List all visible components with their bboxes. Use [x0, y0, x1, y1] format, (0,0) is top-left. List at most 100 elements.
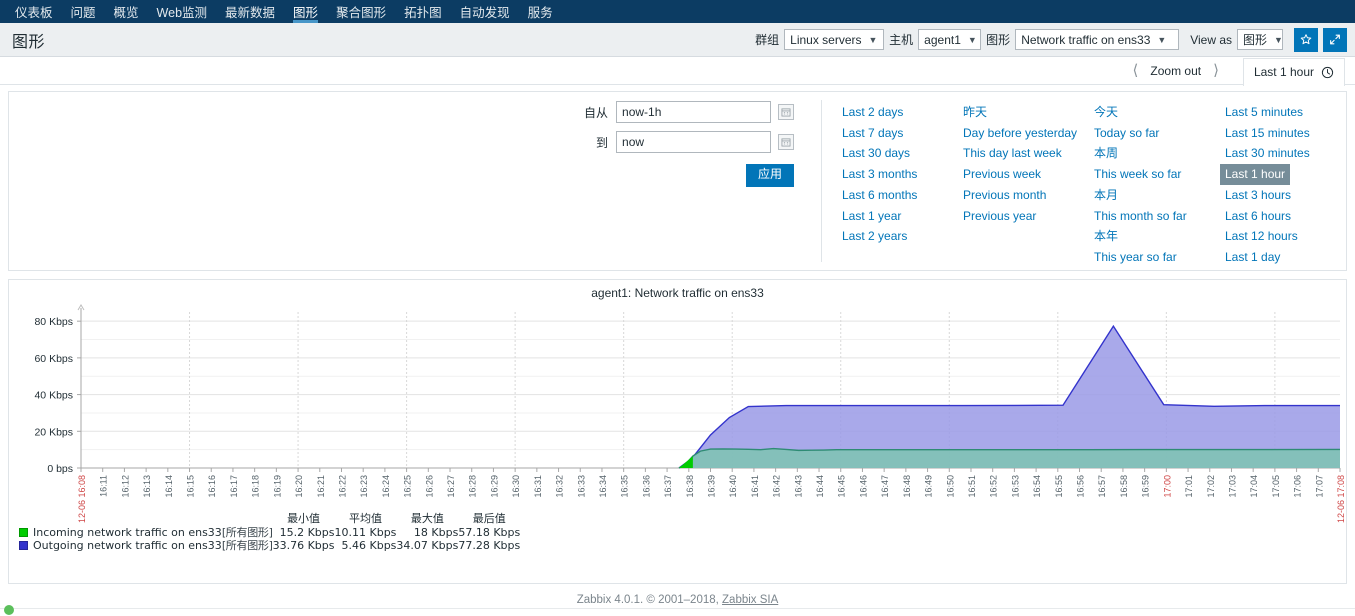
- preset-today[interactable]: 今天: [1094, 102, 1118, 123]
- apply-button[interactable]: 应用: [746, 164, 795, 187]
- preset-last-3-months[interactable]: Last 3 months: [842, 164, 917, 185]
- fullscreen-button[interactable]: [1323, 27, 1347, 52]
- svg-text:17:01: 17:01: [1184, 475, 1194, 498]
- preset-last-6-months[interactable]: Last 6 months: [842, 185, 917, 206]
- nav-label: 聚合图形: [336, 6, 387, 20]
- graph-panel: agent1: Network traffic on ens33 0 bps 20…: [8, 279, 1347, 584]
- preset-last-6-hours[interactable]: Last 6 hours: [1225, 206, 1291, 227]
- to-label: 到: [596, 135, 609, 150]
- legend-color-swatch-outgoing: [19, 541, 28, 550]
- svg-text:16:57: 16:57: [1097, 475, 1107, 498]
- from-calendar-button[interactable]: [778, 104, 795, 120]
- svg-text:16:15: 16:15: [186, 475, 196, 498]
- preset-last-3-hours[interactable]: Last 3 hours: [1225, 185, 1291, 206]
- nav-item-dashboard[interactable]: 仪表板: [6, 0, 62, 23]
- svg-text:60 Kbps: 60 Kbps: [34, 353, 73, 365]
- preset-last-30-minutes[interactable]: Last 30 minutes: [1225, 143, 1310, 164]
- time-range-tab[interactable]: Last 1 hour: [1242, 57, 1345, 86]
- legend-last-incoming: 57.18 Kbps: [458, 526, 521, 539]
- legend-header-row: 最小值 平均值 最大值 最后值: [19, 512, 520, 526]
- nav-item-screens[interactable]: 聚合图形: [327, 0, 395, 23]
- chart-container[interactable]: 0 bps 20 Kbps 40 Kbps 60 Kbps 80 Kbps 16:11 16…: [9, 300, 1346, 530]
- preset-this-year-so-far[interactable]: This year so far: [1094, 247, 1177, 268]
- svg-text:16:31: 16:31: [533, 475, 543, 498]
- from-input[interactable]: [616, 101, 772, 123]
- preset-last-2-days[interactable]: Last 2 days: [842, 102, 903, 123]
- host-label: 主机: [889, 33, 914, 47]
- view-as-value: 图形: [1243, 33, 1268, 47]
- nav-item-latest-data[interactable]: 最新数据: [216, 0, 284, 23]
- preset-previous-year[interactable]: Previous year: [963, 206, 1036, 227]
- preset-previous-month[interactable]: Previous month: [963, 185, 1046, 206]
- svg-text:16:39: 16:39: [707, 475, 717, 498]
- svg-text:16:55: 16:55: [1054, 475, 1064, 498]
- zoom-out-button[interactable]: Zoom out: [1148, 64, 1203, 78]
- host-select[interactable]: agent1 ▼: [918, 29, 982, 50]
- nav-item-web-monitoring[interactable]: Web监测: [148, 0, 216, 23]
- svg-text:16:59: 16:59: [1141, 475, 1151, 498]
- nav-item-overview[interactable]: 概览: [105, 0, 148, 23]
- to-calendar-button[interactable]: [778, 134, 795, 150]
- legend-name-outgoing: Outgoing network traffic on ens33: [19, 539, 222, 552]
- preset-yesterday[interactable]: 昨天: [963, 102, 987, 123]
- view-as-select[interactable]: 图形 ▼: [1237, 29, 1283, 50]
- nav-item-graphs[interactable]: 图形: [284, 0, 327, 23]
- preset-previous-week[interactable]: Previous week: [963, 164, 1041, 185]
- svg-text:16:33: 16:33: [576, 475, 586, 498]
- graph-select[interactable]: Network traffic on ens33 ▼: [1015, 29, 1180, 50]
- network-traffic-chart[interactable]: 0 bps 20 Kbps 40 Kbps 60 Kbps 80 Kbps 16:11 16…: [9, 300, 1346, 530]
- preset-this-week-so-far[interactable]: This week so far: [1094, 164, 1181, 185]
- preset-this-week[interactable]: 本周: [1094, 143, 1118, 164]
- svg-text:16:14: 16:14: [164, 475, 174, 498]
- add-favorite-button[interactable]: [1294, 27, 1318, 52]
- main-navigation: 仪表板 问题 概览 Web监测 最新数据 图形 聚合图形 拓扑图 自动发现 服务: [0, 0, 1355, 23]
- preset-last-1-hour[interactable]: Last 1 hour: [1220, 164, 1291, 185]
- svg-text:16:20: 16:20: [294, 475, 304, 498]
- preset-this-day-last-week[interactable]: This day last week: [963, 143, 1062, 164]
- from-label: 自从: [584, 105, 609, 120]
- preset-last-15-minutes[interactable]: Last 15 minutes: [1225, 123, 1310, 144]
- chevron-down-icon: ▼: [967, 34, 977, 45]
- preset-last-7-days[interactable]: Last 7 days: [842, 123, 903, 144]
- nav-item-services[interactable]: 服务: [519, 0, 562, 23]
- nav-item-discovery[interactable]: 自动发现: [451, 0, 519, 23]
- preset-this-month[interactable]: 本月: [1094, 185, 1118, 206]
- preset-this-year[interactable]: 本年: [1094, 226, 1118, 247]
- to-input[interactable]: [616, 131, 772, 153]
- svg-text:16:22: 16:22: [337, 475, 347, 498]
- chevron-down-icon: ▼: [1157, 34, 1167, 45]
- nav-item-problems[interactable]: 问题: [62, 0, 105, 23]
- preset-column-4: Last 5 minutes Last 15 minutes Last 30 m…: [1220, 102, 1346, 270]
- preset-last-2-years[interactable]: Last 2 years: [842, 226, 907, 247]
- legend-label-outgoing: Outgoing network traffic on ens33: [33, 539, 222, 552]
- preset-day-before-yesterday[interactable]: Day before yesterday: [963, 123, 1077, 144]
- preset-this-month-so-far[interactable]: This month so far: [1094, 206, 1187, 227]
- preset-column-2: 昨天 Day before yesterday This day last we…: [963, 102, 1094, 270]
- svg-text:16:47: 16:47: [880, 475, 890, 498]
- group-select-value: Linux servers: [790, 32, 862, 47]
- nav-item-maps[interactable]: 拓扑图: [395, 0, 451, 23]
- svg-text:0 bps: 0 bps: [47, 463, 73, 475]
- legend-mode-incoming: [所有图形]: [221, 526, 273, 539]
- time-range-label: Last 1 hour: [1253, 65, 1314, 79]
- legend-header-mode: [222, 512, 273, 526]
- group-select[interactable]: Linux servers ▼: [784, 29, 885, 50]
- svg-text:16:44: 16:44: [815, 475, 825, 498]
- preset-last-12-hours[interactable]: Last 12 hours: [1225, 226, 1298, 247]
- preset-last-5-minutes[interactable]: Last 5 minutes: [1225, 102, 1303, 123]
- footer-link[interactable]: Zabbix SIA: [722, 594, 778, 606]
- preset-last-1-year[interactable]: Last 1 year: [842, 206, 901, 227]
- preset-last-1-day[interactable]: Last 1 day: [1225, 247, 1280, 268]
- legend-color-swatch-incoming: [19, 528, 28, 537]
- preset-last-30-days[interactable]: Last 30 days: [842, 143, 910, 164]
- preset-today-so-far[interactable]: Today so far: [1094, 123, 1159, 144]
- time-prev-button[interactable]: ⟨: [1123, 63, 1149, 78]
- time-next-button[interactable]: ⟩: [1203, 63, 1229, 78]
- svg-text:16:24: 16:24: [381, 475, 391, 498]
- calendar-icon: [781, 108, 791, 117]
- legend-header-last: 最后值: [472, 512, 506, 525]
- host-select-value: agent1: [924, 32, 961, 47]
- chevron-down-icon: ▼: [868, 34, 878, 45]
- svg-text:16:49: 16:49: [924, 475, 934, 498]
- legend-header-min: 最小值: [287, 512, 321, 525]
